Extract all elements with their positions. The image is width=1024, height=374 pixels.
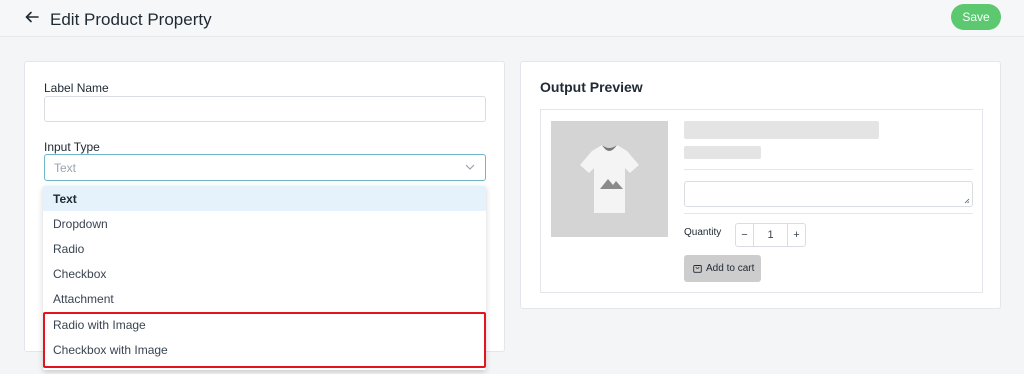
output-preview-card: Output Preview Quantity − 1 + Add to car… [520,61,1001,309]
add-to-cart-label: Add to cart [706,263,755,274]
option-text[interactable]: Text [43,186,486,211]
cart-bag-icon [693,265,702,273]
divider [684,213,973,214]
product-preview: Quantity − 1 + Add to cart [540,109,983,293]
input-type-selected-value: Text [54,161,77,175]
price-skeleton [684,146,761,159]
option-attachment[interactable]: Attachment [43,286,486,311]
save-button[interactable]: Save [951,4,1001,30]
quantity-decrease-button[interactable]: − [736,224,754,246]
option-dropdown[interactable]: Dropdown [43,211,486,236]
option-checkbox[interactable]: Checkbox [43,261,486,286]
quantity-label: Quantity [684,227,722,238]
tshirt-placeholder-icon [580,145,639,213]
input-type-dropdown-menu: Text Dropdown Radio Checkbox Attachment … [43,186,486,370]
option-radio-with-image[interactable]: Radio with Image [43,312,486,337]
input-type-label: Input Type [44,140,100,154]
resize-handle-icon [964,198,970,204]
preview-title: Output Preview [540,79,643,95]
title-skeleton [684,121,879,139]
arrow-left-icon[interactable] [24,9,40,25]
preview-textarea[interactable] [684,181,973,207]
quantity-stepper[interactable]: − 1 + [735,223,806,247]
chevron-down-icon [465,164,475,170]
option-radio[interactable]: Radio [43,236,486,261]
page-title: Edit Product Property [50,10,212,29]
label-name-label: Label Name [44,81,109,95]
top-bar: Edit Product Property Save [0,0,1024,37]
option-checkbox-with-image[interactable]: Checkbox with Image [43,337,486,362]
product-image-placeholder [551,121,668,237]
add-to-cart-button[interactable]: Add to cart [684,255,761,282]
divider [684,169,973,170]
input-type-select[interactable]: Text [44,154,486,181]
quantity-value[interactable]: 1 [754,224,787,246]
label-name-input[interactable] [44,96,486,122]
quantity-increase-button[interactable]: + [787,224,805,246]
